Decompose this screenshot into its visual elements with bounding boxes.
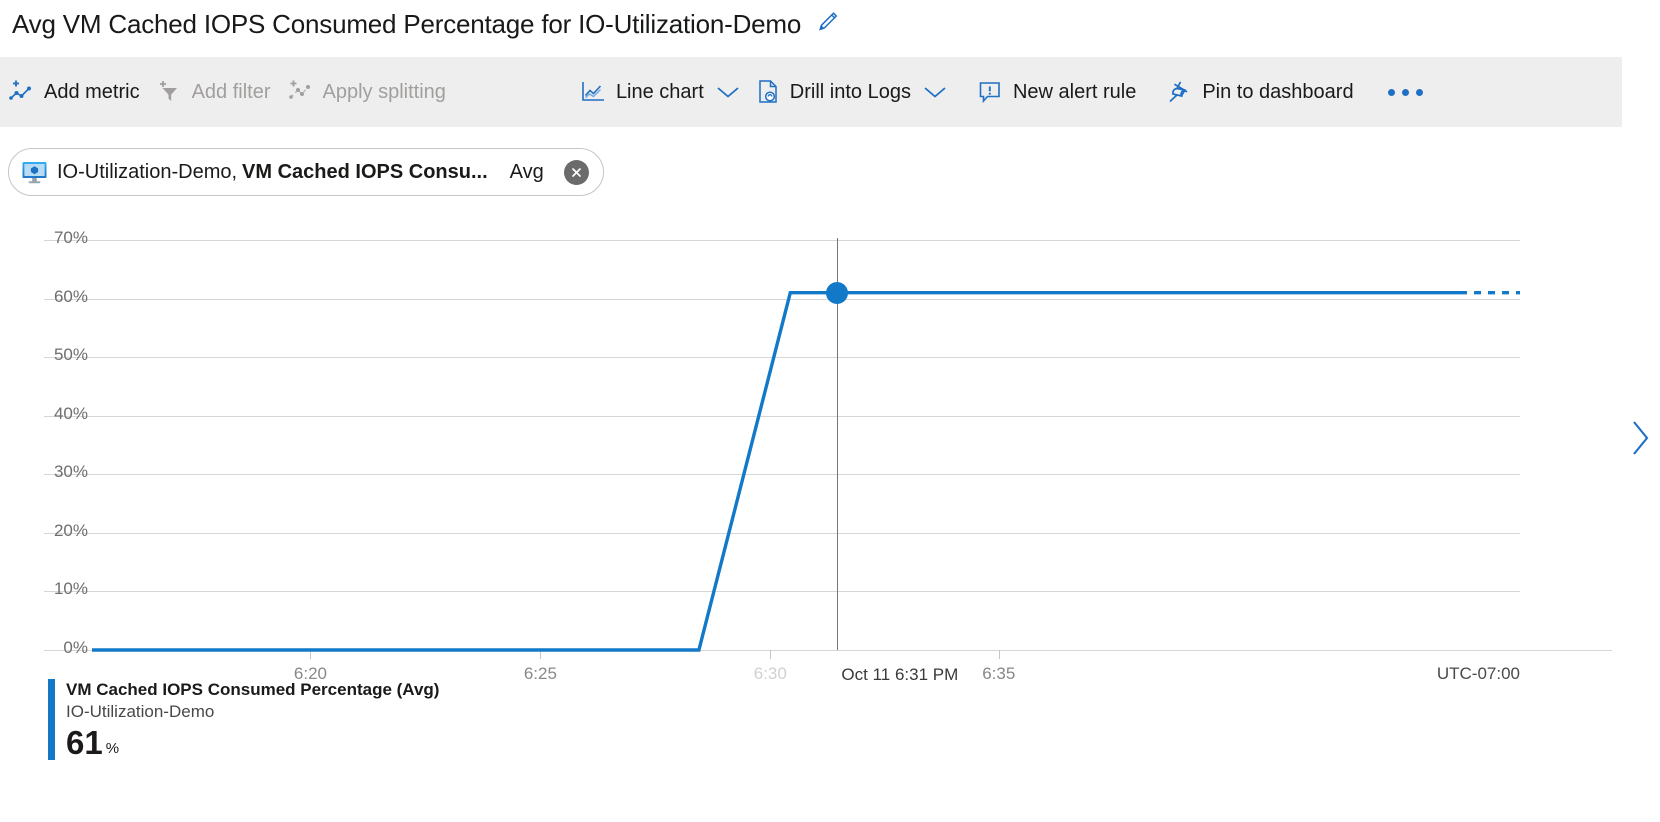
- add-filter-icon: [156, 79, 182, 105]
- apply-splitting-label: Apply splitting: [322, 80, 446, 103]
- y-axis-tick-label: 50%: [53, 345, 88, 365]
- expand-pane-button[interactable]: [1628, 415, 1654, 466]
- apply-splitting-button[interactable]: Apply splitting: [279, 57, 454, 127]
- metric-chip-row: IO-Utilization-Demo, VM Cached IOPS Cons…: [8, 148, 604, 196]
- add-filter-button[interactable]: Add filter: [148, 57, 279, 127]
- chip-resource-label: IO-Utilization-Demo,: [57, 160, 238, 183]
- y-axis-tick-label: 70%: [53, 228, 88, 247]
- more-commands-button[interactable]: [1362, 57, 1445, 127]
- new-alert-rule-button[interactable]: New alert rule: [969, 57, 1144, 127]
- x-axis-tick-mark: [770, 650, 772, 659]
- pin-to-dashboard-label: Pin to dashboard: [1202, 80, 1354, 103]
- y-axis-tick-label: 0%: [63, 638, 88, 657]
- y-axis-tick-label: 20%: [53, 520, 88, 540]
- chart-legend[interactable]: VM Cached IOPS Consumed Percentage (Avg)…: [48, 679, 439, 760]
- legend-unit: %: [105, 740, 120, 757]
- crosshair-marker: [826, 281, 849, 304]
- x-axis-tick-label: 6:30: [753, 664, 787, 683]
- legend-metric-label: VM Cached IOPS Consumed Percentage (Avg): [66, 680, 440, 699]
- pin-to-dashboard-button[interactable]: Pin to dashboard: [1158, 57, 1361, 127]
- edit-title-button[interactable]: [815, 9, 841, 40]
- remove-metric-button[interactable]: [563, 159, 589, 185]
- drill-into-logs-label: Drill into Logs: [789, 80, 911, 103]
- legend-resource-label: IO-Utilization-Demo: [66, 702, 215, 721]
- add-metric-button[interactable]: Add metric: [0, 57, 148, 127]
- legend-value: 61: [66, 724, 103, 761]
- ellipsis-dot: [1415, 88, 1423, 96]
- chevron-down-icon: [716, 85, 740, 99]
- crosshair-time-label: Oct 11 6:31 PM: [841, 665, 959, 684]
- y-axis-tick-label: 30%: [53, 462, 88, 482]
- series-line: [92, 291, 1520, 652]
- add-metric-label: Add metric: [44, 80, 140, 103]
- page-title: Avg VM Cached IOPS Consumed Percentage f…: [12, 8, 802, 39]
- metric-chip[interactable]: IO-Utilization-Demo, VM Cached IOPS Cons…: [8, 148, 604, 196]
- drill-into-logs-button[interactable]: Drill into Logs: [748, 57, 955, 127]
- chart-type-label: Line chart: [615, 80, 704, 103]
- x-axis-tick-label: 6:35: [982, 664, 1016, 683]
- chip-metric-label: VM Cached IOPS Consu...: [242, 160, 488, 183]
- metrics-chart[interactable]: 0% 10% 20% 30% 40% 50% 60% 70% 6:20 6:25 6:30 6:35…: [0, 222, 1620, 684]
- title-bar: Avg VM Cached IOPS Consumed Percentage f…: [0, 0, 1660, 48]
- chevron-down-icon: [923, 85, 947, 99]
- x-axis-tick-label: 6:25: [523, 664, 557, 683]
- legend-color-swatch: [48, 679, 55, 760]
- chip-aggregation-label: Avg: [509, 160, 544, 183]
- legend-text-block: VM Cached IOPS Consumed Percentage (Avg)…: [66, 679, 439, 760]
- new-alert-rule-icon: [977, 79, 1003, 105]
- drill-into-logs-icon: [756, 79, 780, 105]
- y-axis-tick-label: 60%: [53, 286, 88, 306]
- add-filter-label: Add filter: [191, 80, 271, 103]
- apply-splitting-icon: [287, 79, 313, 105]
- command-bar: Add metric Add filter Apply splitting Li…: [0, 57, 1622, 127]
- add-metric-icon: [8, 79, 34, 105]
- y-axis-tick-label: 40%: [53, 403, 88, 423]
- pencil-icon: [815, 9, 841, 40]
- legend-value-row: 61 %: [66, 726, 439, 760]
- new-alert-rule-label: New alert rule: [1012, 80, 1137, 103]
- x-axis-tick-mark: [998, 650, 1000, 659]
- chart-type-button[interactable]: Line chart: [572, 57, 748, 127]
- chevron-right-icon: [1628, 415, 1654, 466]
- line-chart-icon: [580, 80, 606, 104]
- timezone-label: UTC-07:00: [1436, 664, 1520, 683]
- plot-area[interactable]: 0% 10% 20% 30% 40% 50% 60% 70% 6:20 6:25 6:30 6:35…: [44, 228, 1612, 684]
- ellipsis-dot: [1387, 88, 1395, 96]
- pin-icon: [1166, 79, 1192, 105]
- ellipsis-dot: [1401, 88, 1409, 96]
- y-axis-tick-label: 10%: [53, 579, 88, 599]
- virtual-machine-icon: [21, 159, 48, 186]
